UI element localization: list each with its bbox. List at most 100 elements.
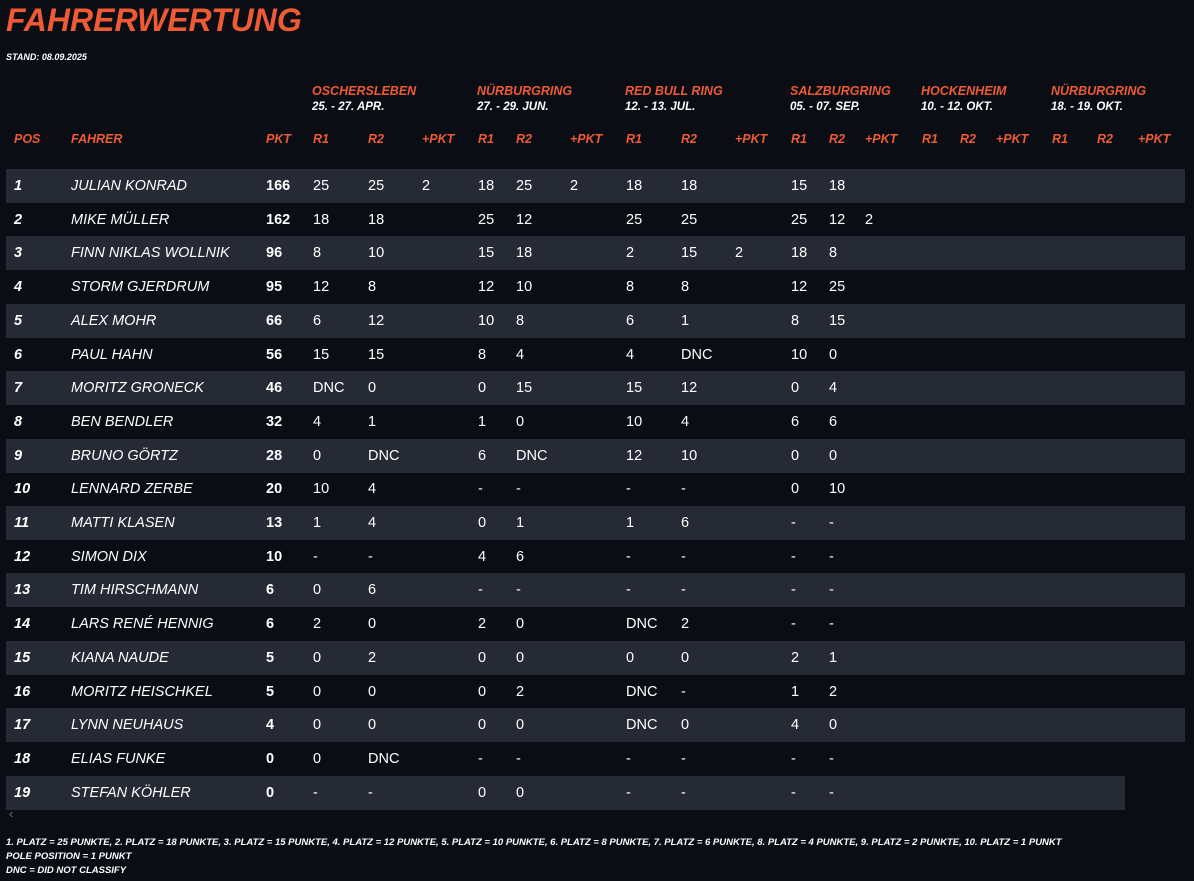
- table-row: 6 PAUL HAHN 56 15 15 8 4 4 DNC 10 0: [6, 338, 1185, 372]
- table-row: 10 LENNARD ZERBE 20 10 4 - - - - 0 10: [6, 472, 1185, 506]
- row-position: 13: [14, 582, 31, 599]
- race-result: DNC: [368, 447, 400, 464]
- race-result: -: [681, 784, 686, 801]
- event-1: NÜRBURGRING 27. - 29. JUN.: [477, 84, 572, 113]
- race-result: 12: [626, 447, 643, 464]
- total-points: 28: [266, 447, 283, 464]
- race-result: 12: [368, 312, 385, 329]
- race-result: -: [791, 784, 796, 801]
- header-plus-pkt: +PKT: [865, 132, 898, 146]
- race-result: 0: [791, 481, 800, 498]
- driver-name: PAUL HAHN: [71, 346, 153, 363]
- header-plus-pkt: +PKT: [1138, 132, 1171, 146]
- race-result: 0: [313, 683, 322, 700]
- dnc-note: DNC = DID NOT CLASSIFY: [6, 865, 127, 876]
- event-date: 18. - 19. OKT.: [1051, 101, 1124, 113]
- race-result: 15: [626, 380, 643, 397]
- race-result: 0: [313, 717, 322, 734]
- driver-name: STEFAN KÖHLER: [71, 784, 191, 801]
- race-result: 8: [829, 245, 838, 262]
- race-result: 1: [478, 413, 487, 430]
- race-result: 6: [478, 447, 487, 464]
- total-points: 32: [266, 413, 283, 430]
- driver-name: BEN BENDLER: [71, 413, 174, 430]
- footnotes: 1. PLATZ = 25 PUNKTE, 2. PLATZ = 18 PUNK…: [6, 836, 1062, 878]
- race-result: 10: [791, 346, 808, 363]
- race-result: 2: [368, 649, 377, 666]
- header-plus-pkt: +PKT: [996, 132, 1029, 146]
- total-points: 166: [266, 178, 291, 194]
- race-result: 6: [791, 413, 800, 430]
- race-result: 6: [516, 548, 525, 565]
- race-result: 4: [516, 346, 525, 363]
- race-result: -: [791, 582, 796, 599]
- race-result: 12: [791, 279, 808, 296]
- race-result: -: [313, 784, 318, 801]
- race-result: 2: [516, 683, 525, 700]
- race-result: 8: [313, 245, 322, 262]
- header-fahrer: FAHRER: [71, 132, 123, 146]
- race-result: DNC: [368, 750, 400, 767]
- points-note: 1. PLATZ = 25 PUNKTE, 2. PLATZ = 18 PUNK…: [6, 837, 1062, 848]
- race-result: 18: [313, 211, 330, 228]
- row-position: 12: [14, 548, 31, 565]
- race-result: 0: [516, 413, 525, 430]
- race-result: DNC: [626, 616, 658, 633]
- race-result: -: [626, 784, 631, 801]
- total-points: 4: [266, 717, 275, 734]
- race-result: 8: [368, 279, 377, 296]
- race-result: -: [791, 616, 796, 633]
- race-result: 2: [735, 245, 744, 262]
- race-result: 18: [829, 178, 846, 194]
- race-result: 4: [681, 413, 690, 430]
- race-result: 4: [478, 548, 487, 565]
- table-row: 4 STORM GJERDRUM 95 12 8 12 10 8 8 12 25: [6, 270, 1185, 304]
- row-position: 18: [14, 750, 31, 767]
- chevron-left-icon[interactable]: ‹: [9, 806, 13, 821]
- race-result: 1: [791, 683, 800, 700]
- row-position: 16: [14, 683, 31, 700]
- header-r2: R2: [960, 132, 976, 146]
- race-result: 0: [516, 717, 525, 734]
- event-date: 05. - 07. SEP.: [790, 101, 861, 113]
- race-result: 12: [478, 279, 495, 296]
- race-result: 0: [626, 649, 635, 666]
- header-r2: R2: [681, 132, 697, 146]
- race-result: -: [829, 515, 834, 531]
- race-result: 4: [626, 346, 635, 363]
- race-result: -: [626, 481, 631, 498]
- row-position: 5: [14, 312, 23, 329]
- race-result: 1: [829, 649, 838, 666]
- race-result: 0: [829, 717, 838, 734]
- row-position: 4: [14, 279, 23, 296]
- race-result: 0: [478, 380, 487, 397]
- race-result: 4: [791, 717, 800, 734]
- race-result: 6: [626, 312, 635, 329]
- race-result: -: [626, 548, 631, 565]
- race-result: 18: [368, 211, 385, 228]
- race-result: 2: [865, 211, 874, 228]
- race-result: 6: [368, 582, 377, 599]
- driver-name: ALEX MOHR: [71, 312, 157, 329]
- event-name: SALZBURGRING: [790, 84, 891, 98]
- race-result: 4: [829, 380, 838, 397]
- table-row: 2 MIKE MÜLLER 162 18 18 25 12 25 25 25 12 2: [6, 203, 1185, 237]
- table-row: 8 BEN BENDLER 32 4 1 1 0 10 4 6 6: [6, 405, 1185, 439]
- race-result: -: [791, 548, 796, 565]
- row-position: 2: [14, 211, 23, 228]
- table-row: 9 BRUNO GÖRTZ 28 0 DNC 6 DNC 12 10 0 0: [6, 438, 1185, 473]
- table-row: 11 MATTI KLASEN 13 1 4 0 1 1 6- -: [6, 506, 1185, 540]
- horizontal-scrollbar[interactable]: ‹: [6, 806, 1194, 824]
- race-result: 0: [478, 717, 487, 734]
- race-result: 0: [368, 683, 377, 700]
- header-pkt: PKT: [266, 132, 291, 146]
- race-result: 0: [516, 616, 525, 633]
- race-result: 0: [478, 683, 487, 700]
- race-result: 18: [626, 178, 643, 194]
- total-points: 96: [266, 245, 283, 262]
- total-points: 56: [266, 346, 283, 363]
- race-result: -: [313, 548, 318, 565]
- race-result: 6: [681, 515, 690, 531]
- table-row: 19 STEFAN KÖHLER 0 - - 0 0 - - - -: [6, 775, 1125, 810]
- driver-name: MORITZ HEISCHKEL: [71, 683, 213, 700]
